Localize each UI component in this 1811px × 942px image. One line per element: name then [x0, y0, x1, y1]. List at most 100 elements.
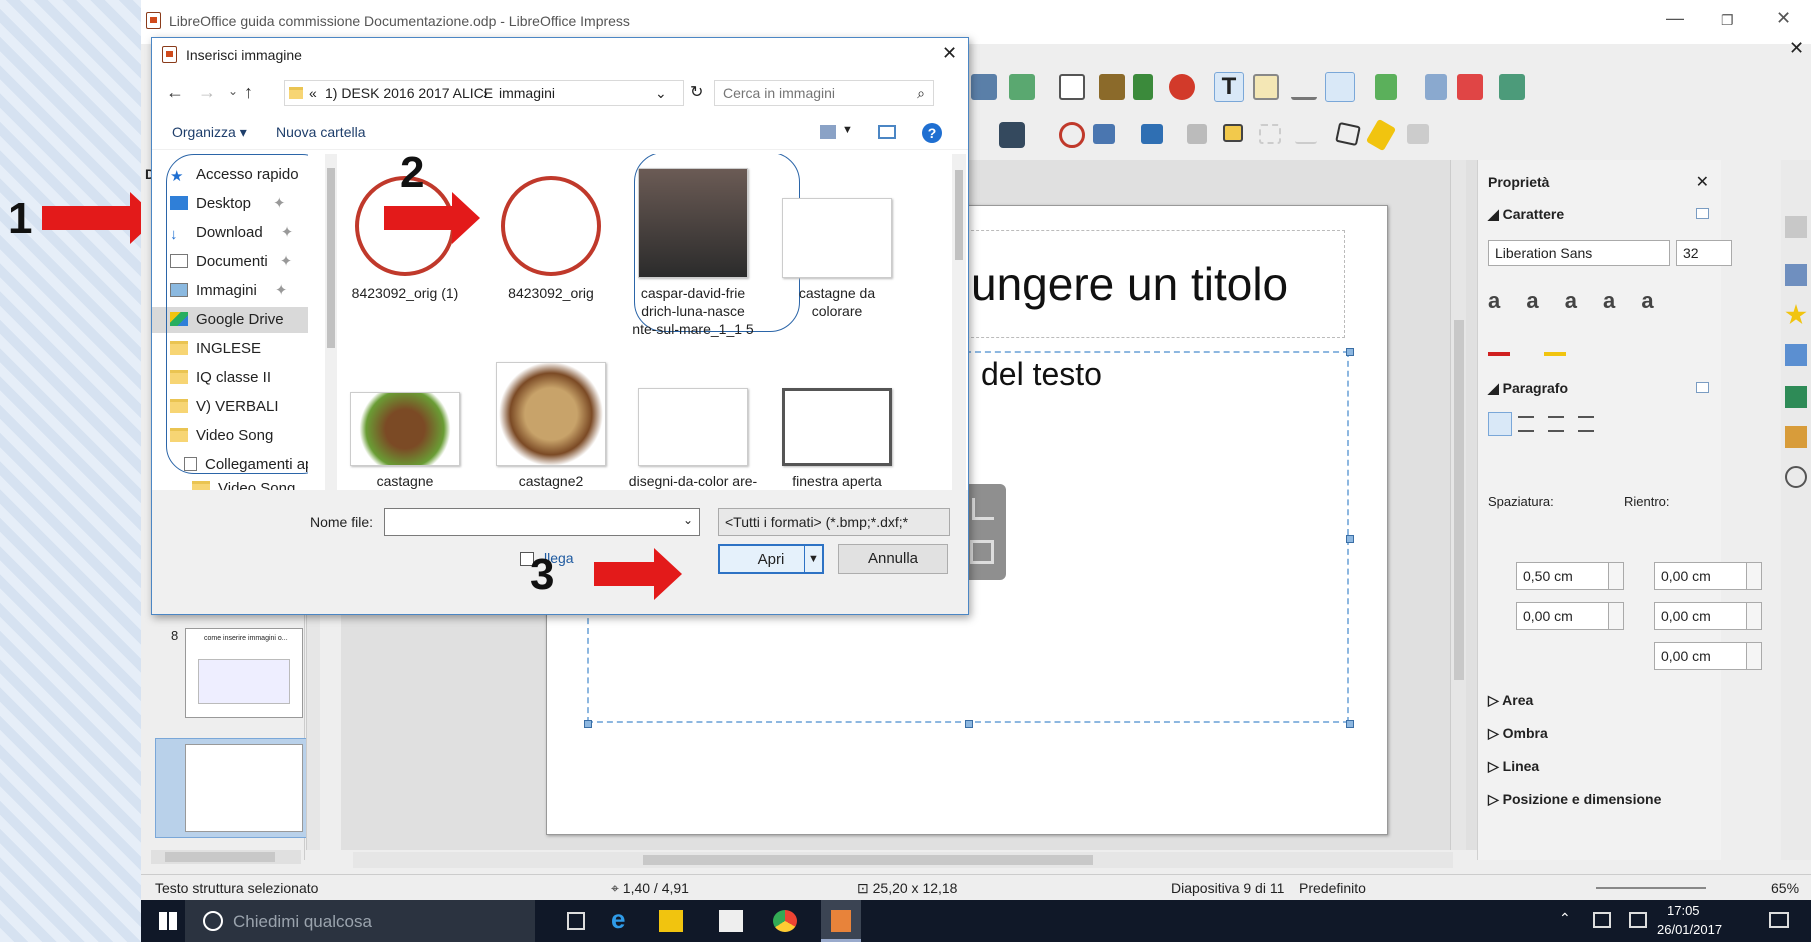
toggle-extrusion-icon[interactable] [1407, 124, 1429, 144]
carattere-more-icon[interactable] [1696, 208, 1709, 219]
pie-chart-icon[interactable] [1169, 74, 1195, 100]
paragrafo-more-icon[interactable] [1696, 382, 1709, 393]
path-overflow[interactable]: « [309, 81, 317, 105]
filename-input[interactable]: ⌄ [384, 508, 700, 536]
font-size-box[interactable]: 32 [1676, 240, 1732, 266]
clock-date[interactable]: 26/01/2017 [1657, 922, 1722, 937]
file-grid-scroll-thumb[interactable] [955, 170, 963, 260]
new-folder-button[interactable]: Nuova cartella [276, 124, 366, 140]
font-color-icon[interactable] [1488, 336, 1510, 356]
search-input[interactable] [723, 85, 903, 101]
store-icon[interactable] [719, 910, 743, 932]
volume-icon[interactable] [1629, 912, 1647, 928]
edge-icon[interactable]: e [611, 904, 635, 934]
align-right-icon[interactable] [1548, 416, 1564, 432]
chrome-icon[interactable] [773, 910, 797, 932]
help-icon[interactable]: ? [922, 123, 942, 143]
back-icon[interactable]: ← [166, 82, 184, 103]
recent-icon[interactable]: ⌄ [228, 84, 238, 98]
dialog-close-icon[interactable]: ✕ [942, 43, 957, 64]
handle-tr[interactable] [1346, 348, 1354, 356]
filter-icon[interactable] [1295, 124, 1317, 144]
slide-thumbnail-9[interactable] [185, 744, 303, 832]
section-area[interactable]: ▷ Area [1488, 692, 1533, 709]
arrange-icon[interactable] [1141, 124, 1163, 144]
path-segment-immagini[interactable]: immagini [499, 81, 555, 105]
align-center-icon[interactable] [1518, 416, 1534, 432]
tray-chevron-icon[interactable]: ⌃ [1559, 910, 1571, 927]
view-mode-icon[interactable] [820, 125, 836, 139]
file-explorer-icon[interactable] [659, 910, 683, 932]
nav-scroll-thumb[interactable] [327, 168, 335, 348]
text-box-icon[interactable]: T [1214, 72, 1244, 102]
indent-first-field[interactable]: 0,00 cm [1654, 642, 1762, 670]
section-linea[interactable]: ▷ Linea [1488, 758, 1539, 775]
address-dropdown-icon[interactable]: ⌄ [655, 81, 667, 105]
file-item-disegni[interactable]: disegni-da-color are-bambini-aut unno [628, 362, 758, 490]
insert-chart-icon[interactable] [972, 498, 994, 520]
up-icon[interactable]: ↑ [244, 82, 253, 103]
slide-show-icon[interactable] [971, 74, 997, 100]
properties-tab-icon[interactable] [1785, 216, 1807, 238]
refresh-icon[interactable]: ↻ [690, 82, 703, 102]
status-zoom[interactable]: 65% [1771, 880, 1799, 896]
status-layout[interactable]: Predefinito [1299, 880, 1366, 896]
master-slides-icon[interactable] [1785, 344, 1807, 366]
glue-icon[interactable] [1365, 118, 1397, 152]
styles-icon[interactable] [1785, 386, 1807, 408]
cortana-search[interactable]: Chiedimi qualcosa [185, 900, 535, 942]
close-sidebar-icon[interactable]: ✕ [1696, 172, 1709, 192]
justify-icon[interactable] [1578, 416, 1594, 432]
view-dropdown-icon[interactable]: ▼ [842, 124, 853, 136]
filename-dropdown-icon[interactable]: ⌄ [683, 513, 693, 527]
handle-r[interactable] [1346, 535, 1354, 543]
minimize-icon[interactable]: — [1666, 8, 1684, 29]
forward-icon[interactable]: → [198, 82, 216, 103]
open-dropdown-icon[interactable]: ▼ [804, 546, 822, 572]
table-icon[interactable] [1059, 74, 1085, 100]
organize-button[interactable]: Organizza ▾ [172, 124, 247, 141]
spacing-above-field[interactable]: 0,50 cm [1516, 562, 1624, 590]
fontwork-icon[interactable] [1253, 74, 1279, 100]
slide-thumbnail-8[interactable]: come inserire immagini o... [185, 628, 303, 718]
file-item-8423092-orig[interactable]: 8423092_orig [486, 168, 616, 302]
vertical-scroll-thumb[interactable] [1454, 320, 1464, 680]
highlight-icon[interactable] [1544, 336, 1566, 356]
horizontal-scroll-thumb[interactable] [643, 855, 1093, 865]
delete-slide-icon[interactable] [1457, 74, 1483, 100]
grid-view-icon[interactable] [1325, 72, 1355, 102]
network-icon[interactable] [1593, 912, 1611, 928]
file-item-castagne-colorare[interactable]: castagne da colorare [772, 168, 902, 320]
distribute-icon[interactable] [1187, 124, 1207, 144]
restore-icon[interactable]: ❐ [1721, 12, 1734, 29]
crop-icon[interactable] [1259, 124, 1281, 144]
zoom-slider[interactable] [1596, 887, 1706, 889]
horizontal-scrollbar[interactable] [353, 852, 1453, 868]
file-item-castagne2[interactable]: castagne2 [486, 362, 616, 490]
navigator-icon[interactable] [1785, 466, 1807, 488]
file-grid-scrollbar[interactable] [952, 154, 966, 490]
section-posizione[interactable]: ▷ Posizione e dimensione [1488, 791, 1661, 808]
animation-icon[interactable] [1785, 304, 1807, 325]
insert-video-icon[interactable] [970, 540, 994, 564]
task-view-icon[interactable] [567, 912, 585, 930]
impress-task-icon[interactable] [821, 900, 861, 942]
duplicate-slide-icon[interactable] [1425, 74, 1447, 100]
close-window-icon[interactable]: ✕ [1776, 8, 1791, 29]
slide-transition-icon[interactable] [1785, 264, 1807, 286]
3d-object-icon[interactable] [999, 122, 1025, 148]
indent-before-field[interactable]: 0,00 cm [1654, 562, 1762, 590]
path-segment-desk[interactable]: 1) DESK 2016 2017 ALICE [325, 81, 493, 105]
align-icon[interactable] [1093, 124, 1115, 144]
image-icon[interactable] [1099, 74, 1125, 100]
font-name-box[interactable]: Liberation Sans [1488, 240, 1670, 266]
section-ombra[interactable]: ▷ Ombra [1488, 725, 1548, 742]
nav-video-song-2[interactable]: Video Song [192, 476, 295, 490]
nav-scrollbar[interactable] [325, 154, 337, 490]
section-paragrafo[interactable]: ◢ Paragrafo [1488, 380, 1568, 397]
search-box[interactable]: ⌕ [714, 80, 934, 106]
address-bar[interactable]: « 1) DESK 2016 2017 ALICE › immagini ⌄ [284, 80, 684, 106]
spacing-below-field[interactable]: 0,00 cm [1516, 602, 1624, 630]
file-item-finestra[interactable]: finestra aperta [772, 362, 902, 490]
indent-after-field[interactable]: 0,00 cm [1654, 602, 1762, 630]
